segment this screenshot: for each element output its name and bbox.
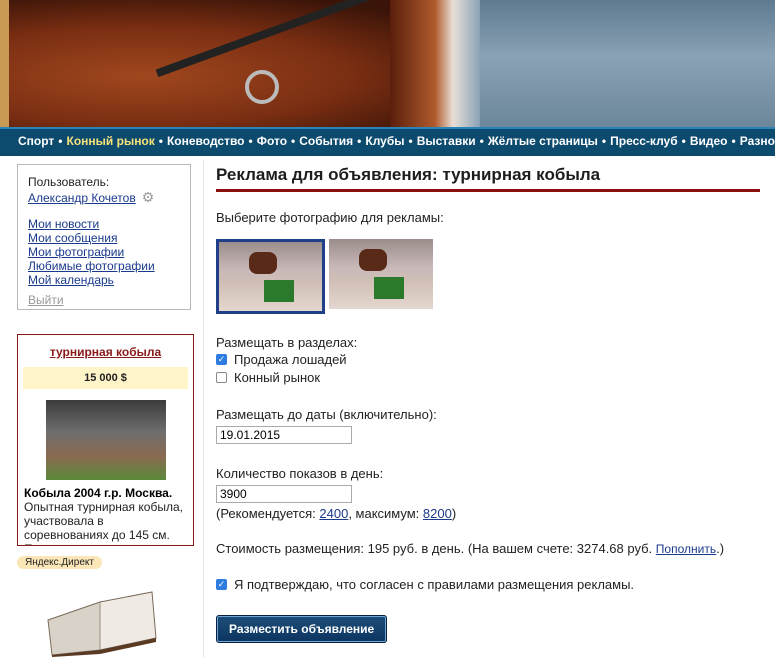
nav-item-8[interactable]: Пресс-клуб [610, 129, 678, 154]
section-horse-sale[interactable]: ✓ Продажа лошадей [216, 350, 357, 368]
agree-row[interactable]: ✓ Я подтверждаю, что согласен с правилами… [216, 575, 634, 593]
nav-item-6[interactable]: Выставки [417, 129, 476, 154]
photo-pick-label: Выберите фотографию для рекламы: [216, 210, 444, 225]
ad-photo[interactable] [45, 400, 166, 480]
nav-item-3[interactable]: Фото [257, 129, 287, 154]
checkbox-horse-market[interactable] [216, 371, 227, 383]
ad-desc-text: Опытная турнирная кобыла, участвовала в … [24, 500, 183, 545]
recommended-link[interactable]: 2400 [319, 506, 348, 521]
date-label: Размещать до даты (включительно): [216, 407, 437, 422]
my-calendar-link[interactable]: Мой календарь [28, 273, 114, 287]
nav-separator: • [479, 134, 484, 148]
nav-item-10[interactable]: Разное [740, 129, 775, 154]
nav-item-1[interactable]: Конный рынок [67, 129, 155, 154]
nav-item-0[interactable]: Спорт [18, 129, 54, 154]
photo-option-2[interactable] [329, 239, 433, 309]
date-input[interactable] [216, 426, 352, 444]
page-title: Реклама для объявления: турнирная кобыла [216, 165, 760, 192]
photo-option-1[interactable] [216, 239, 325, 314]
nav-separator: • [601, 134, 607, 148]
logout-link[interactable]: Выйти [28, 293, 180, 307]
my-photos-link[interactable]: Мои фотографии [28, 245, 124, 259]
nav-separator: • [731, 134, 736, 148]
nav-item-5[interactable]: Клубы [365, 129, 404, 154]
checkbox-horse-sale[interactable]: ✓ [216, 353, 227, 365]
gear-icon[interactable]: ⚙ [142, 189, 155, 206]
user-box: Пользователь: Александр Кочетов ⚙ Мои нов… [17, 164, 191, 310]
recommendation: (Рекомендуется: 2400, максимум: 8200) [216, 506, 457, 521]
cost-info: Стоимость размещения: 195 руб. в день. (… [216, 541, 725, 556]
submit-button[interactable]: Разместить объявление [216, 615, 388, 643]
topup-link[interactable]: Пополнить [656, 542, 716, 556]
nav-separator: • [357, 134, 362, 148]
nav-separator: • [58, 134, 63, 148]
nav-separator: • [408, 134, 413, 148]
sections-label: Размещать в разделах: [216, 335, 358, 350]
maximum-link[interactable]: 8200 [423, 506, 452, 521]
nav-item-7[interactable]: Жёлтые страницы [488, 129, 598, 154]
ad-form: Реклама для объявления: турнирная кобыла… [216, 165, 760, 643]
my-news-link[interactable]: Мои новости [28, 217, 99, 231]
ad-price: 15 000 $ [23, 367, 188, 389]
user-name-link[interactable]: Александр Кочетов [28, 191, 136, 205]
agree-checkbox[interactable]: ✓ [216, 578, 227, 590]
nav-separator: • [248, 134, 253, 148]
ad-desc-bold: Кобыла 2004 г.р. Москва [24, 486, 169, 500]
yandex-direct-badge[interactable]: Яндекс.Директ [17, 556, 102, 569]
count-label: Количество показов в день: [216, 466, 384, 481]
user-label: Пользователь: [28, 175, 110, 189]
ad-title-link[interactable]: турнирная кобыла [18, 345, 193, 359]
book-icon[interactable] [40, 580, 160, 657]
nav-separator: • [681, 134, 686, 148]
nav-separator: • [158, 134, 163, 148]
header-banner [0, 0, 775, 127]
nav-separator: • [291, 134, 296, 148]
nav-item-2[interactable]: Коневодство [167, 129, 245, 154]
count-input[interactable] [216, 485, 352, 503]
main-nav: Спорт • Конный рынок • Коневодство • Фото • Собы… [0, 127, 775, 156]
nav-item-4[interactable]: События [299, 129, 353, 154]
ad-description: Кобыла 2004 г.р. Москва. Опытная турнирн… [18, 480, 193, 545]
section-horse-market[interactable]: Конный рынок [216, 368, 357, 386]
nav-item-9[interactable]: Видео [690, 129, 728, 154]
ad-preview: турнирная кобыла 15 000 $ Кобыла 2004 г.… [17, 334, 194, 546]
favorite-photos-link[interactable]: Любимые фотографии [28, 259, 155, 273]
my-messages-link[interactable]: Мои сообщения [28, 231, 117, 245]
